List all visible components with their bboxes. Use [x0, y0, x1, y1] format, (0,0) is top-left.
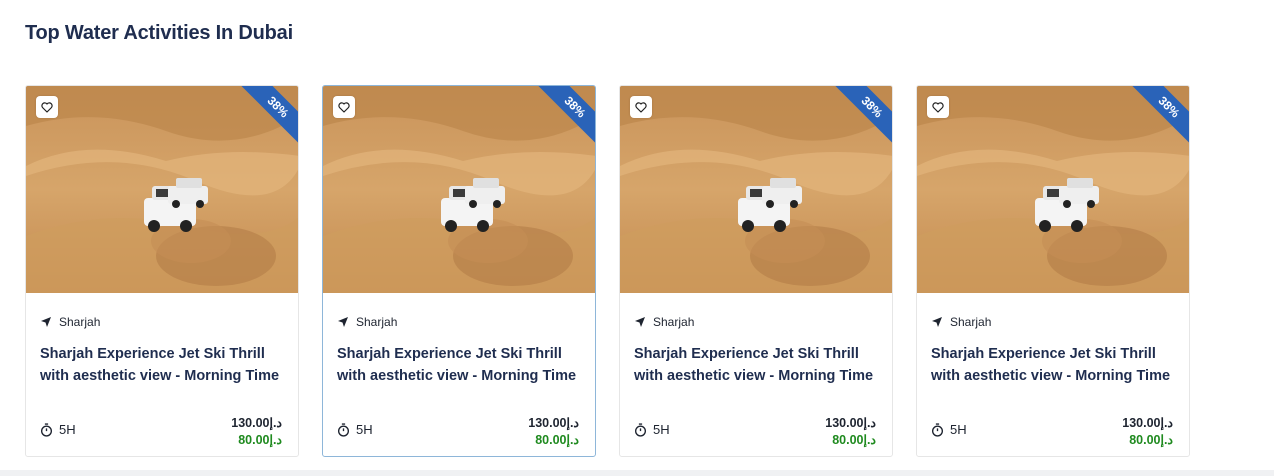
heart-icon — [932, 101, 944, 113]
price-block: 130.00د.إ 80.00د.إ — [231, 415, 282, 449]
activity-image[interactable]: 38% — [26, 86, 298, 293]
activity-title[interactable]: Sharjah Experience Jet Ski Thrill with a… — [634, 344, 879, 387]
duration-label: 5H — [653, 422, 670, 437]
send-arrow-icon — [41, 317, 51, 327]
original-price: 130.00د.إ — [1122, 416, 1173, 430]
heart-icon — [41, 101, 53, 113]
original-price: 130.00د.إ — [231, 416, 282, 430]
original-price: 130.00د.إ — [825, 416, 876, 430]
sale-price: 80.00د.إ — [832, 433, 876, 447]
duration: 5H — [337, 422, 373, 437]
activity-title[interactable]: Sharjah Experience Jet Ski Thrill with a… — [337, 344, 582, 387]
favorite-button[interactable] — [927, 96, 949, 118]
favorite-button[interactable] — [630, 96, 652, 118]
activity-image[interactable]: 38% — [323, 86, 595, 293]
location: Sharjah — [931, 315, 991, 329]
desert-safari-photo — [620, 86, 892, 293]
original-price: 130.00د.إ — [528, 416, 579, 430]
duration: 5H — [931, 422, 967, 437]
location-label: Sharjah — [356, 315, 398, 329]
activity-image[interactable]: 38% — [620, 86, 892, 293]
section-title: Top Water Activities In Dubai — [25, 22, 293, 44]
price-block: 130.00د.إ 80.00د.إ — [825, 415, 876, 449]
heart-icon — [635, 101, 647, 113]
stopwatch-icon — [40, 422, 53, 437]
send-arrow-icon — [635, 317, 645, 327]
send-arrow-icon — [338, 317, 348, 327]
desert-safari-photo — [917, 86, 1189, 293]
stopwatch-icon — [634, 422, 647, 437]
price-block: 130.00د.إ 80.00د.إ — [1122, 415, 1173, 449]
activity-card[interactable]: 38% Sharjah Sharjah Experience Jet Ski T… — [619, 85, 893, 457]
location-label: Sharjah — [59, 315, 101, 329]
stopwatch-icon — [337, 422, 350, 437]
sale-price: 80.00د.إ — [535, 433, 579, 447]
location: Sharjah — [634, 315, 694, 329]
duration-label: 5H — [356, 422, 373, 437]
activity-cards: 38% Sharjah Sharjah Experience Jet Ski T… — [25, 85, 1205, 459]
activity-card[interactable]: 38% Sharjah Sharjah Experience Jet Ski T… — [25, 85, 299, 457]
activity-card[interactable]: 38% Sharjah Sharjah Experience Jet Ski T… — [916, 85, 1190, 457]
heart-icon — [338, 101, 350, 113]
price-block: 130.00د.إ 80.00د.إ — [528, 415, 579, 449]
sale-price: 80.00د.إ — [1129, 433, 1173, 447]
duration: 5H — [634, 422, 670, 437]
favorite-button[interactable] — [333, 96, 355, 118]
location: Sharjah — [40, 315, 100, 329]
activity-image[interactable]: 38% — [917, 86, 1189, 293]
sale-price: 80.00د.إ — [238, 433, 282, 447]
location-label: Sharjah — [950, 315, 992, 329]
activity-title[interactable]: Sharjah Experience Jet Ski Thrill with a… — [931, 344, 1176, 387]
duration: 5H — [40, 422, 76, 437]
stopwatch-icon — [931, 422, 944, 437]
favorite-button[interactable] — [36, 96, 58, 118]
page-divider — [0, 470, 1274, 476]
activity-card[interactable]: 38% Sharjah Sharjah Experience Jet Ski T… — [322, 85, 596, 457]
activity-title[interactable]: Sharjah Experience Jet Ski Thrill with a… — [40, 344, 285, 387]
desert-safari-photo — [323, 86, 595, 293]
send-arrow-icon — [932, 317, 942, 327]
duration-label: 5H — [950, 422, 967, 437]
location: Sharjah — [337, 315, 397, 329]
desert-safari-photo — [26, 86, 298, 293]
location-label: Sharjah — [653, 315, 695, 329]
duration-label: 5H — [59, 422, 76, 437]
